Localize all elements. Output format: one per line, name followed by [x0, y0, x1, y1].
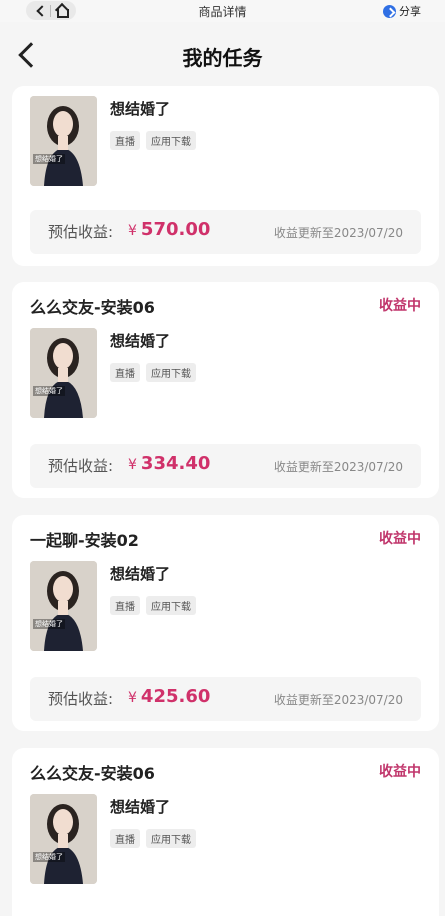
- thumb-caption: 想结婚了: [33, 619, 65, 629]
- app-name: 想结婚了: [110, 100, 171, 118]
- browser-top-bar: 商品详情 分享: [0, 0, 445, 22]
- earnings-updated: 收益更新至2023/07/20: [273, 226, 403, 240]
- status-badge: 收益中: [379, 764, 421, 780]
- earnings-value: ¥570.00: [128, 219, 211, 240]
- task-card[interactable]: 一起聊-安装02 收益中 想结婚了 想结婚了 直播 应用下载 预估收益: ¥42…: [12, 515, 439, 731]
- share-button[interactable]: 分享: [383, 3, 421, 19]
- tag: 应用下载: [146, 131, 196, 150]
- app-name: 想结婚了: [110, 565, 171, 583]
- earnings-row: 预估收益: ¥334.40 收益更新至2023/07/20: [30, 444, 421, 488]
- thumb-caption: 想结婚了: [33, 154, 65, 164]
- app-thumbnail: 想结婚了: [30, 96, 97, 186]
- task-card[interactable]: 想结婚了 想结婚了 直播 应用下载 预估收益: ¥570.00 收益更新至202…: [12, 86, 439, 266]
- earnings-label: 预估收益:: [48, 457, 114, 475]
- tag: 直播: [110, 131, 140, 150]
- topbar-title: 商品详情: [198, 5, 247, 19]
- tag-list: 直播 应用下载: [110, 829, 196, 848]
- earnings-row: 预估收益: ¥425.60 收益更新至2023/07/20: [30, 677, 421, 721]
- app-name: 想结婚了: [110, 798, 171, 816]
- tag-list: 直播 应用下载: [110, 596, 196, 615]
- tag: 应用下载: [146, 596, 196, 615]
- earnings-label: 预估收益:: [48, 690, 114, 708]
- page-header: 我的任务: [0, 22, 445, 92]
- task-name: 一起聊-安装02: [30, 531, 139, 550]
- task-name: 么么交友-安装06: [30, 764, 155, 783]
- status-badge: 收益中: [379, 531, 421, 547]
- status-badge: 收益中: [379, 298, 421, 314]
- tag: 应用下载: [146, 363, 196, 382]
- tag-list: 直播 应用下载: [110, 131, 196, 150]
- task-card[interactable]: 么么交友-安装06 收益中 想结婚了 想结婚了 直播 应用下载: [12, 748, 439, 916]
- share-icon: [383, 4, 396, 18]
- earnings-label: 预估收益:: [48, 223, 114, 241]
- task-name: 么么交友-安装06: [30, 298, 155, 317]
- thumb-caption: 想结婚了: [33, 386, 65, 396]
- thumb-caption: 想结婚了: [33, 852, 65, 862]
- earnings-updated: 收益更新至2023/07/20: [273, 693, 403, 707]
- tag-list: 直播 应用下载: [110, 363, 196, 382]
- app-thumbnail: 想结婚了: [30, 561, 97, 651]
- tag: 直播: [110, 596, 140, 615]
- app-thumbnail: 想结婚了: [30, 794, 97, 884]
- earnings-value: ¥334.40: [128, 453, 211, 474]
- tag: 应用下载: [146, 829, 196, 848]
- page-title: 我的任务: [182, 46, 263, 70]
- earnings-row: 预估收益: ¥570.00 收益更新至2023/07/20: [30, 210, 421, 254]
- earnings-value: ¥425.60: [128, 686, 211, 707]
- earnings-updated: 收益更新至2023/07/20: [273, 460, 403, 474]
- app-thumbnail: 想结婚了: [30, 328, 97, 418]
- tag: 直播: [110, 363, 140, 382]
- share-label: 分享: [399, 5, 421, 18]
- tag: 直播: [110, 829, 140, 848]
- app-name: 想结婚了: [110, 332, 171, 350]
- task-card[interactable]: 么么交友-安装06 收益中 想结婚了 想结婚了 直播 应用下载 预估收益: ¥3…: [12, 282, 439, 498]
